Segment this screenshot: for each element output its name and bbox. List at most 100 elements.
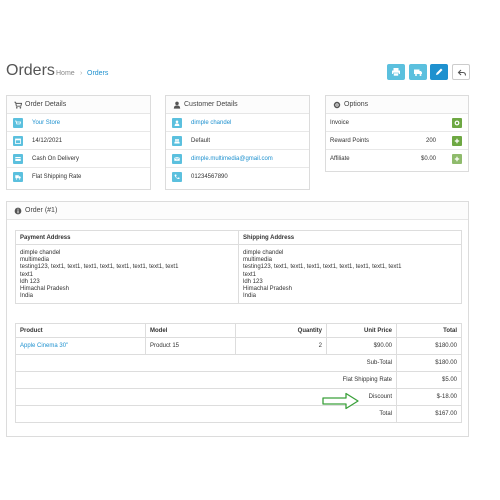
options-heading: Options: [326, 96, 468, 114]
shipping-method-text: Flat Shipping Rate: [32, 174, 82, 180]
cancel-button[interactable]: [452, 64, 470, 80]
payment-address-line: testing123, text1, text1, text1, text1, …: [20, 264, 179, 271]
add-reward-button[interactable]: [452, 136, 462, 146]
telephone-row: 01234567890: [166, 168, 309, 186]
customer-details-heading: Customer Details: [166, 96, 309, 114]
user-icon: [174, 120, 180, 126]
shopping-cart-icon: [15, 120, 21, 125]
print-invoice-button[interactable]: [387, 64, 405, 80]
shipping-address-line: testing123, text1, text1, text1, text1, …: [243, 264, 402, 271]
reward-points-row: Reward Points 200: [326, 132, 468, 150]
table-row: Apple Cinema 30" Product 15 2 $90.00 $18…: [15, 337, 462, 355]
shipping-address-line: multimedia: [243, 257, 273, 264]
shipping-address-line: India: [243, 293, 257, 300]
page-title: Orders: [6, 62, 55, 79]
affiliate-row: Affiliate $0.00: [326, 150, 468, 168]
subtotal-label: Sub-Total: [15, 354, 397, 372]
date-added-button[interactable]: [13, 136, 23, 146]
generate-invoice-button[interactable]: [452, 118, 462, 128]
order-panel: Order (#1) Payment Address Shipping Addr…: [6, 201, 469, 437]
store-row: Your Store: [7, 114, 150, 132]
cog-icon: [454, 120, 460, 126]
user-icon: [173, 101, 181, 109]
payment-address-cell: dimple chandel multimedia testing123, te…: [15, 243, 239, 305]
payment-address-line: text1: [20, 271, 34, 278]
shipping-method-row: Flat Shipping Rate: [7, 168, 150, 186]
customer-group-text: Default: [191, 138, 211, 144]
column-model: Model: [145, 323, 236, 338]
plus-circle-icon: [454, 138, 460, 144]
shipping-total-value: $5.00: [396, 371, 462, 389]
affiliate-label: Affiliate: [330, 156, 350, 162]
add-commission-button[interactable]: [452, 154, 462, 164]
plus-circle-icon: [454, 156, 460, 162]
breadcrumb-orders[interactable]: Orders: [87, 70, 108, 77]
customer-details-panel: Customer Details dimple chandel Default …: [165, 95, 310, 190]
unit-price-cell: $90.00: [326, 337, 397, 355]
phone-icon: [174, 174, 180, 180]
order-title: Order (#1): [25, 207, 58, 214]
date-added-text: 14/12/2021: [32, 138, 63, 144]
print-icon: [392, 68, 400, 77]
shipping-total-row: Flat Shipping Rate $5.00: [15, 371, 462, 389]
gear-icon: [333, 101, 341, 109]
line-total-cell: $180.00: [396, 337, 462, 355]
payment-method-text: Cash On Delivery: [32, 156, 80, 162]
shipping-method-button[interactable]: [13, 172, 23, 182]
payment-address-line: ldh 123: [20, 278, 40, 285]
shipping-address-line: dimple chandel: [243, 250, 284, 256]
print-shipping-button[interactable]: [409, 64, 427, 80]
shipping-address-header: Shipping Address: [238, 230, 462, 245]
options-title: Options: [344, 101, 369, 108]
calendar-icon: [15, 138, 21, 144]
grand-total-value: $167.00: [396, 405, 462, 423]
users-group-icon: [174, 139, 180, 144]
arrow-annotation-icon: [322, 392, 359, 410]
order-details-title: Order Details: [25, 101, 67, 108]
truck-icon: [15, 175, 21, 180]
email-button[interactable]: [172, 154, 182, 164]
credit-card-icon: [15, 157, 21, 161]
product-cell: Apple Cinema 30": [15, 337, 146, 355]
reward-points-label: Reward Points: [330, 138, 370, 144]
breadcrumb-home[interactable]: Home: [56, 70, 75, 77]
reply-icon: [457, 69, 467, 76]
pencil-icon: [436, 68, 443, 75]
subtotal-value: $180.00: [396, 354, 462, 372]
customer-name-link[interactable]: dimple chandel: [191, 120, 231, 126]
shipping-address-line: text1: [243, 271, 257, 278]
affiliate-value: $0.00: [420, 156, 436, 162]
telephone-button[interactable]: [172, 172, 182, 182]
customer-group-button[interactable]: [172, 136, 182, 146]
store-link[interactable]: Your Store: [32, 120, 60, 126]
column-product: Product: [15, 323, 146, 338]
invoice-row: Invoice: [326, 114, 468, 132]
order-details-heading: Order Details: [7, 96, 150, 114]
grand-total-row: Total $167.00: [15, 405, 462, 423]
customer-button[interactable]: [172, 118, 182, 128]
edit-button[interactable]: [430, 64, 448, 80]
product-link[interactable]: Apple Cinema 30": [20, 343, 68, 349]
truck-icon: [414, 69, 422, 76]
customer-details-title: Customer Details: [184, 101, 238, 108]
date-added-row: 14/12/2021: [7, 132, 150, 150]
store-button[interactable]: [13, 118, 23, 128]
payment-address-line: India: [20, 293, 34, 300]
page-header: Orders Home › Orders: [6, 60, 494, 84]
options-panel: Options Invoice Reward Points 200 Affili…: [325, 95, 469, 172]
shipping-address-cell: dimple chandel multimedia testing123, te…: [238, 243, 462, 305]
payment-method-row: Cash On Delivery: [7, 150, 150, 168]
discount-row: Discount $-18.00: [15, 388, 462, 406]
envelope-icon: [174, 156, 180, 161]
address-table: Payment Address Shipping Address dimple …: [15, 230, 462, 305]
column-quantity: Quantity: [235, 323, 327, 338]
customer-email-link[interactable]: dimple.multimedia@gmail.com: [191, 156, 273, 162]
order-heading: Order (#1): [7, 202, 468, 220]
products-table: Product Model Quantity Unit Price Total …: [15, 323, 462, 423]
payment-method-button[interactable]: [13, 154, 23, 164]
reward-points-value: 200: [425, 138, 436, 144]
payment-address-line: Himachal Pradesh: [20, 286, 70, 293]
shipping-total-label: Flat Shipping Rate: [15, 371, 397, 389]
info-circle-icon: [14, 207, 22, 215]
shipping-address-line: Himachal Pradesh: [243, 286, 293, 293]
